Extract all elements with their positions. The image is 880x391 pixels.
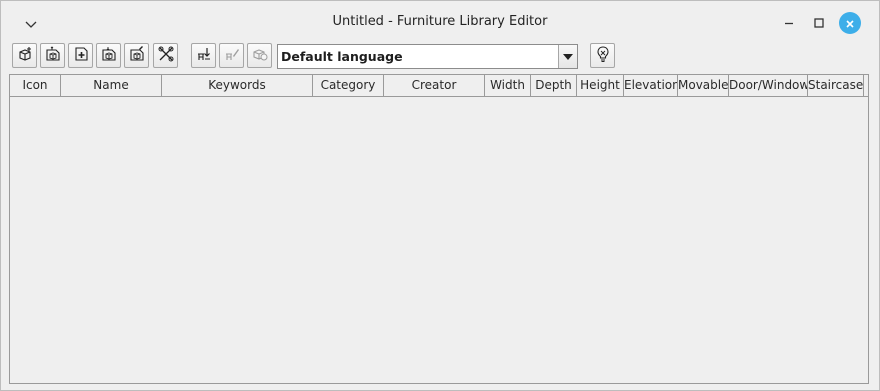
column-header-width[interactable]: Width — [485, 75, 531, 96]
save-library-button[interactable] — [96, 43, 121, 68]
import-furniture-icon — [195, 45, 213, 67]
save-library-icon — [100, 45, 118, 67]
dropdown-arrow-icon[interactable] — [558, 45, 577, 68]
app-window: Untitled - Furniture Library Editor Defa… — [0, 0, 880, 391]
lightbulb-icon — [594, 45, 612, 67]
column-header-height[interactable]: Height — [577, 75, 624, 96]
column-header-movable[interactable]: Movable — [678, 75, 729, 96]
import-furniture-button[interactable] — [191, 43, 216, 68]
open-library-button[interactable] — [40, 43, 65, 68]
column-header-category[interactable]: Category — [313, 75, 384, 96]
merge-library-icon — [72, 45, 90, 67]
add-language-button[interactable] — [590, 43, 615, 68]
delete-furniture-button[interactable] — [247, 43, 272, 68]
modify-furniture-button[interactable] — [219, 43, 244, 68]
column-header-icon[interactable]: Icon — [10, 75, 61, 96]
save-as-library-icon — [128, 45, 146, 67]
table-header: Icon Name Keywords Category Creator Widt… — [10, 75, 868, 97]
language-select-value: Default language — [281, 49, 403, 64]
maximize-icon — [813, 14, 825, 33]
minimize-button[interactable] — [779, 13, 799, 33]
column-header-staircase[interactable]: Staircase — [808, 75, 864, 96]
new-library-icon — [16, 45, 34, 67]
close-icon — [845, 14, 855, 33]
merge-library-button[interactable] — [68, 43, 93, 68]
furniture-table[interactable]: Icon Name Keywords Category Creator Widt… — [9, 74, 869, 384]
maximize-button[interactable] — [809, 13, 829, 33]
title-bar: Untitled - Furniture Library Editor — [1, 1, 879, 42]
column-header-creator[interactable]: Creator — [384, 75, 485, 96]
delete-furniture-icon — [251, 45, 269, 67]
preferences-button[interactable] — [153, 43, 178, 68]
window-title: Untitled - Furniture Library Editor — [332, 14, 548, 29]
save-as-library-button[interactable] — [124, 43, 149, 68]
column-header-door-window[interactable]: Door/Window — [729, 75, 808, 96]
column-header-keywords[interactable]: Keywords — [162, 75, 313, 96]
column-header-name[interactable]: Name — [61, 75, 162, 96]
minimize-icon — [783, 14, 795, 33]
tools-icon — [157, 45, 175, 67]
modify-furniture-icon — [223, 45, 241, 67]
new-library-button[interactable] — [12, 43, 37, 68]
column-header-depth[interactable]: Depth — [531, 75, 577, 96]
language-select[interactable]: Default language — [277, 44, 578, 69]
close-button[interactable] — [839, 12, 861, 34]
column-header-elevation[interactable]: Elevation — [624, 75, 678, 96]
toolbar: Default language — [1, 42, 879, 72]
open-library-icon — [44, 45, 62, 67]
